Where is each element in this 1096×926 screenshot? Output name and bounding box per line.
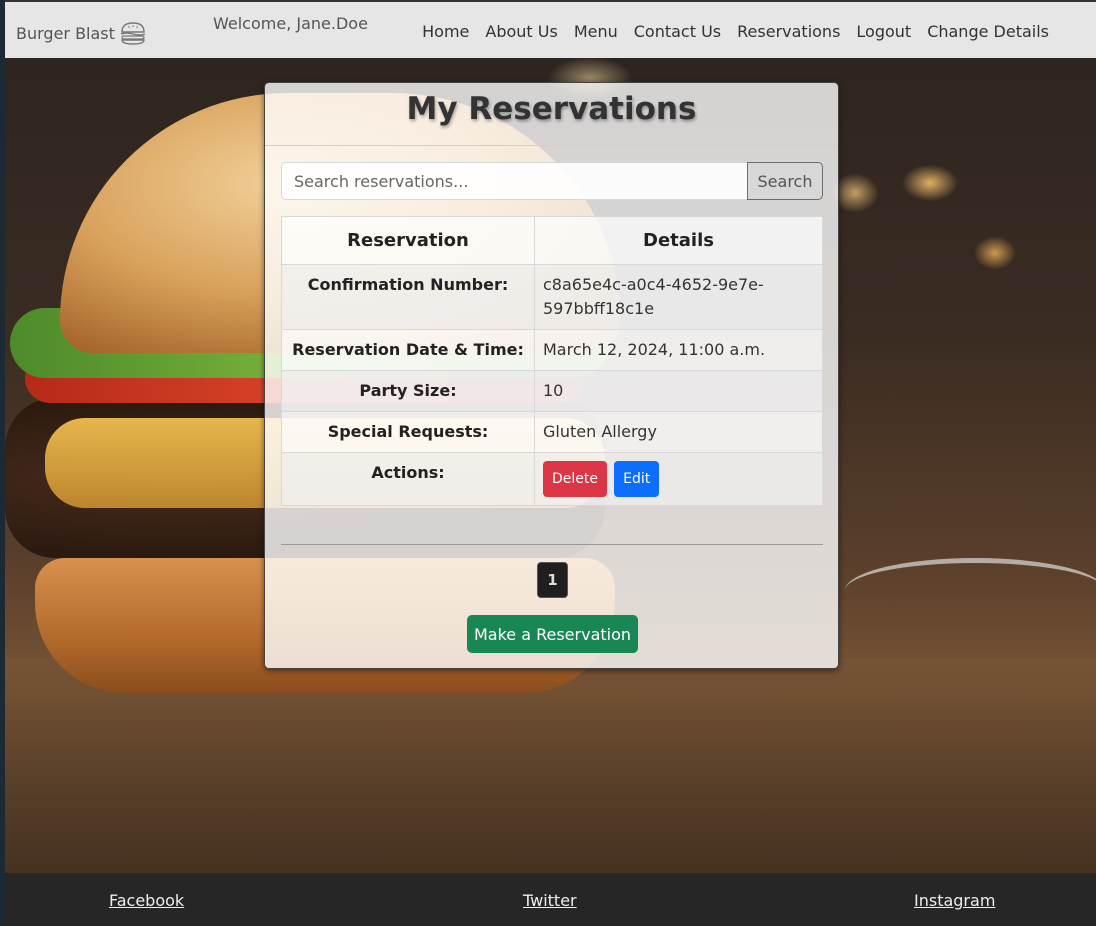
table-header-row: Reservation Details bbox=[281, 216, 823, 265]
nav-link-menu[interactable]: Menu bbox=[574, 22, 618, 41]
footer-link-instagram[interactable]: Instagram bbox=[914, 891, 995, 910]
brand-name[interactable]: Burger Blast bbox=[16, 24, 115, 43]
table-row: Confirmation Number: c8a65e4c-a0c4-4652-… bbox=[281, 264, 823, 330]
make-reservation-button[interactable]: Make a Reservation bbox=[467, 615, 638, 653]
row-label-confirmation-number: Confirmation Number: bbox=[281, 264, 535, 330]
confirmation-number-value: c8a65e4c-a0c4-4652-9e7e-597bbff18c1e bbox=[534, 264, 823, 330]
reservations-card: My Reservations Search Reservation Detai… bbox=[264, 82, 839, 669]
edit-button[interactable]: Edit bbox=[614, 461, 660, 497]
nav-links: Home About Us Menu Contact Us Reservatio… bbox=[422, 22, 1049, 41]
welcome-text: Welcome, Jane.Doe bbox=[213, 14, 368, 33]
row-label-actions: Actions: bbox=[281, 452, 535, 506]
table-row: Actions: Delete Edit bbox=[281, 452, 823, 506]
footer-link-twitter[interactable]: Twitter bbox=[523, 891, 577, 910]
search-input[interactable] bbox=[281, 162, 747, 200]
nav-link-logout[interactable]: Logout bbox=[856, 22, 911, 41]
divider bbox=[281, 544, 823, 545]
actions-cell: Delete Edit bbox=[534, 452, 823, 506]
table-row: Reservation Date & Time: March 12, 2024,… bbox=[281, 329, 823, 371]
page-title: My Reservations bbox=[406, 91, 697, 127]
brand-logo[interactable]: Burger Blast bbox=[16, 21, 147, 45]
table-row: Party Size: 10 bbox=[281, 370, 823, 412]
row-label-party-size: Party Size: bbox=[281, 370, 535, 412]
search-button[interactable]: Search bbox=[747, 162, 823, 200]
party-size-value: 10 bbox=[534, 370, 823, 412]
pagination-page-button[interactable]: 1 bbox=[537, 562, 568, 598]
date-time-value: March 12, 2024, 11:00 a.m. bbox=[534, 329, 823, 371]
row-label-date-time: Reservation Date & Time: bbox=[281, 329, 535, 371]
footer: Facebook Twitter Instagram bbox=[5, 873, 1096, 926]
navbar: Burger Blast Welcome, Jane.Doe Home Abou… bbox=[5, 0, 1096, 58]
nav-link-home[interactable]: Home bbox=[422, 22, 469, 41]
column-header-details: Details bbox=[534, 216, 823, 265]
burger-icon bbox=[120, 22, 146, 45]
table-row: Special Requests: Gluten Allergy bbox=[281, 411, 823, 453]
nav-link-contact-us[interactable]: Contact Us bbox=[634, 22, 721, 41]
search-form: Search bbox=[281, 162, 823, 200]
nav-link-about-us[interactable]: About Us bbox=[485, 22, 557, 41]
delete-button[interactable]: Delete bbox=[543, 461, 607, 497]
column-header-reservation: Reservation bbox=[281, 216, 535, 265]
reservation-table: Reservation Details Confirmation Number:… bbox=[281, 216, 823, 506]
footer-link-facebook[interactable]: Facebook bbox=[109, 891, 184, 910]
row-label-special-requests: Special Requests: bbox=[281, 411, 535, 453]
nav-link-reservations[interactable]: Reservations bbox=[737, 22, 840, 41]
divider bbox=[265, 145, 838, 146]
nav-link-change-details[interactable]: Change Details bbox=[927, 22, 1049, 41]
special-requests-value: Gluten Allergy bbox=[534, 411, 823, 453]
